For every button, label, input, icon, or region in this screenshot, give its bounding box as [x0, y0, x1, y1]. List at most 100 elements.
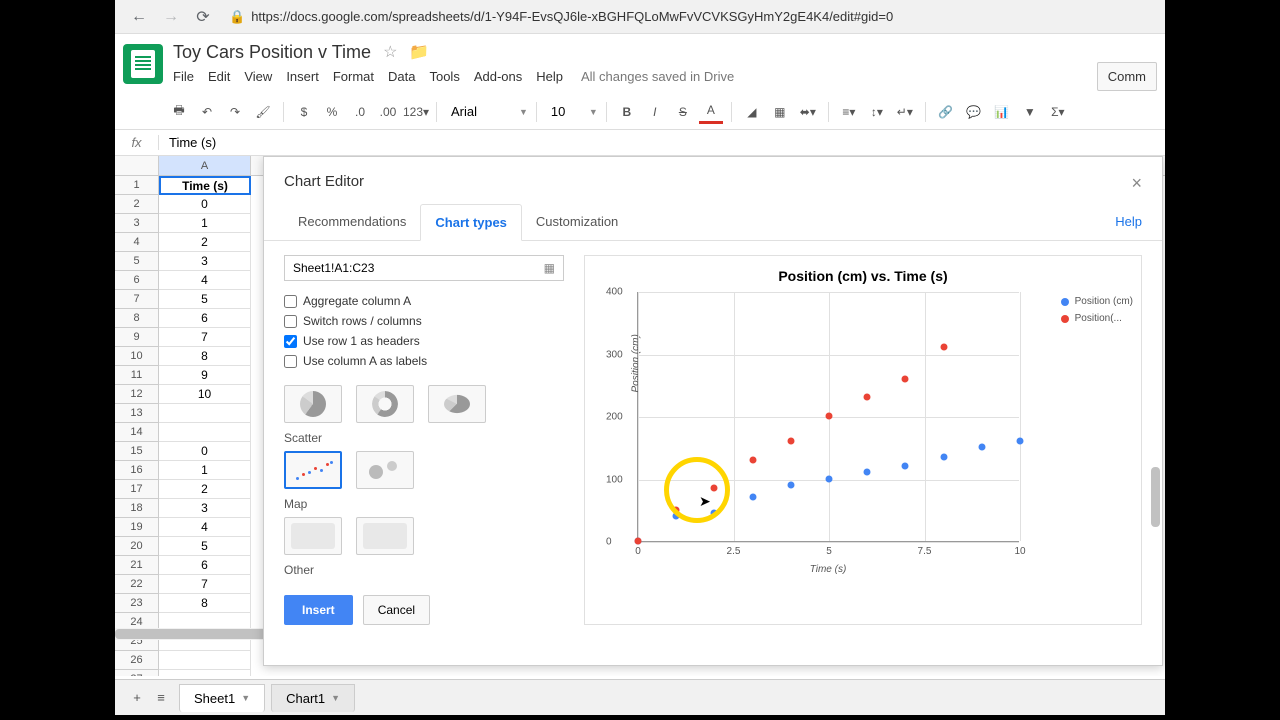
strikethrough-icon[interactable]: S: [671, 100, 695, 124]
row-header[interactable]: 26: [115, 651, 159, 670]
row-header[interactable]: 2: [115, 195, 159, 214]
cell[interactable]: 7: [159, 328, 251, 347]
row-header[interactable]: 13: [115, 404, 159, 423]
chart-icon[interactable]: 📊: [990, 100, 1014, 124]
row-header[interactable]: 7: [115, 290, 159, 309]
scatter-chart-thumb[interactable]: [284, 451, 342, 489]
cell[interactable]: 10: [159, 385, 251, 404]
tab-customization[interactable]: Customization: [522, 204, 632, 240]
row-header[interactable]: 9: [115, 328, 159, 347]
cell[interactable]: 2: [159, 480, 251, 499]
cell[interactable]: 4: [159, 518, 251, 537]
font-select[interactable]: Arial: [445, 102, 515, 121]
aggregate-checkbox[interactable]: Aggregate column A: [284, 291, 564, 311]
row-header[interactable]: 20: [115, 537, 159, 556]
pie-chart-thumb[interactable]: [284, 385, 342, 423]
comments-button[interactable]: Comm: [1097, 62, 1157, 91]
cell[interactable]: Time (s): [159, 176, 251, 195]
bubble-chart-thumb[interactable]: [356, 451, 414, 489]
cancel-button[interactable]: Cancel: [363, 595, 430, 625]
cell[interactable]: 6: [159, 309, 251, 328]
scrollbar-thumb[interactable]: [1151, 467, 1160, 527]
currency-icon[interactable]: $: [292, 100, 316, 124]
print-icon[interactable]: 🖶: [167, 100, 191, 124]
undo-icon[interactable]: ↶: [195, 100, 219, 124]
row-header[interactable]: 14: [115, 423, 159, 442]
comment-icon[interactable]: 💬: [962, 100, 986, 124]
close-icon[interactable]: ×: [1131, 173, 1142, 194]
document-title[interactable]: Toy Cars Position v Time: [173, 42, 371, 63]
wrap-icon[interactable]: ↵▾: [893, 100, 917, 124]
cell[interactable]: 3: [159, 499, 251, 518]
row-header[interactable]: 21: [115, 556, 159, 575]
select-all-corner[interactable]: [115, 156, 159, 175]
row-header[interactable]: 17: [115, 480, 159, 499]
cell[interactable]: 6: [159, 556, 251, 575]
link-icon[interactable]: 🔗: [934, 100, 958, 124]
cell[interactable]: 5: [159, 290, 251, 309]
menu-data[interactable]: Data: [388, 69, 415, 84]
insert-button[interactable]: Insert: [284, 595, 353, 625]
row-header[interactable]: 1: [115, 176, 159, 195]
cell[interactable]: 2: [159, 233, 251, 252]
row-header[interactable]: 12: [115, 385, 159, 404]
text-color-icon[interactable]: A: [699, 100, 723, 124]
formula-value[interactable]: Time (s): [159, 135, 216, 150]
all-sheets-icon[interactable]: ≡: [149, 690, 173, 705]
row-header[interactable]: 4: [115, 233, 159, 252]
cell[interactable]: [159, 404, 251, 423]
number-format-icon[interactable]: 123▾: [404, 100, 428, 124]
use-labels-checkbox[interactable]: Use column A as labels: [284, 351, 564, 371]
help-link[interactable]: Help: [1115, 204, 1142, 240]
cell[interactable]: 5: [159, 537, 251, 556]
chevron-down-icon[interactable]: ▼: [241, 693, 250, 703]
cell[interactable]: 4: [159, 271, 251, 290]
forward-icon[interactable]: →: [159, 5, 183, 29]
chevron-down-icon[interactable]: ▼: [331, 693, 340, 703]
cell[interactable]: [159, 670, 251, 676]
tab-recommendations[interactable]: Recommendations: [284, 204, 420, 240]
cell[interactable]: 3: [159, 252, 251, 271]
cell[interactable]: 7: [159, 575, 251, 594]
add-sheet-icon[interactable]: +: [125, 690, 149, 705]
col-header-a[interactable]: A: [159, 156, 251, 175]
row-header[interactable]: 16: [115, 461, 159, 480]
cell[interactable]: 8: [159, 347, 251, 366]
row-header[interactable]: 10: [115, 347, 159, 366]
paint-format-icon[interactable]: 🖌: [251, 100, 275, 124]
decrease-decimal-icon[interactable]: .0: [348, 100, 372, 124]
sheets-logo-icon[interactable]: [123, 44, 163, 84]
menu-format[interactable]: Format: [333, 69, 374, 84]
h-align-icon[interactable]: ≡▾: [837, 100, 861, 124]
row-header[interactable]: 22: [115, 575, 159, 594]
row-header[interactable]: 11: [115, 366, 159, 385]
donut-chart-thumb[interactable]: [356, 385, 414, 423]
fill-color-icon[interactable]: ◢: [740, 100, 764, 124]
italic-icon[interactable]: I: [643, 100, 667, 124]
merge-icon[interactable]: ⬌▾: [796, 100, 820, 124]
3d-pie-thumb[interactable]: [428, 385, 486, 423]
menu-help[interactable]: Help: [536, 69, 563, 84]
font-size-select[interactable]: 10: [545, 102, 585, 121]
cell[interactable]: 0: [159, 442, 251, 461]
sheet-tab-chart1[interactable]: Chart1▼: [271, 684, 355, 712]
bold-icon[interactable]: B: [615, 100, 639, 124]
cell[interactable]: [159, 423, 251, 442]
cell[interactable]: 1: [159, 214, 251, 233]
menu-addons[interactable]: Add-ons: [474, 69, 522, 84]
url-bar[interactable]: 🔒 https://docs.google.com/spreadsheets/d…: [229, 9, 1157, 25]
borders-icon[interactable]: ▦: [768, 100, 792, 124]
row-header[interactable]: 27: [115, 670, 159, 676]
menu-file[interactable]: File: [173, 69, 194, 84]
tab-chart-types[interactable]: Chart types: [420, 204, 522, 241]
row-header[interactable]: 19: [115, 518, 159, 537]
cell[interactable]: 8: [159, 594, 251, 613]
percent-icon[interactable]: %: [320, 100, 344, 124]
v-align-icon[interactable]: ↕▾: [865, 100, 889, 124]
row-header[interactable]: 8: [115, 309, 159, 328]
switch-rows-checkbox[interactable]: Switch rows / columns: [284, 311, 564, 331]
increase-decimal-icon[interactable]: .00: [376, 100, 400, 124]
data-range-input[interactable]: Sheet1!A1:C23 ▦: [284, 255, 564, 281]
folder-icon[interactable]: 📁: [409, 42, 429, 62]
functions-icon[interactable]: Σ▾: [1046, 100, 1070, 124]
